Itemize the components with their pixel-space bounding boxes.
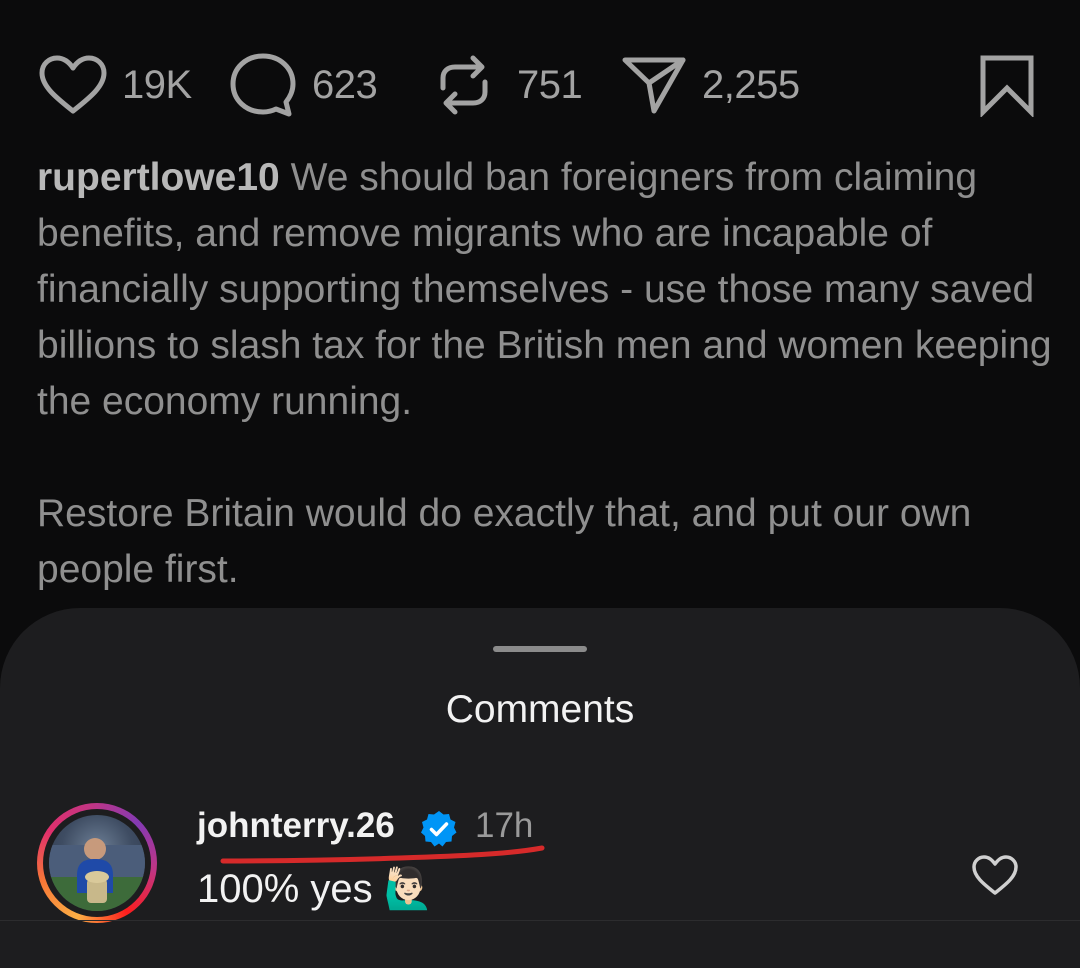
comment-like-button[interactable] [970,853,1020,902]
post-caption: rupertlowe10 We should ban foreigners fr… [37,150,1057,598]
post-action-bar: 19K 623 751 2,255 [0,42,1080,128]
divider [0,920,1080,921]
send-icon [620,54,688,116]
bookmark-icon [978,53,1036,117]
like-count: 19K [122,62,192,107]
sheet-drag-handle[interactable] [493,646,587,652]
comment-item: johnterry.26 17h 100% yes 🙋🏻‍♂️ [0,803,1080,928]
like-button[interactable]: 19K [38,42,192,128]
bookmark-button[interactable] [978,42,1036,128]
repost-icon [435,52,493,118]
caption-username[interactable]: rupertlowe10 [37,156,280,199]
repost-button[interactable]: 751 [435,42,583,128]
share-button[interactable]: 2,255 [620,42,800,128]
share-count: 2,255 [702,62,800,107]
comments-title: Comments [445,688,635,731]
comment-button[interactable]: 623 [228,42,378,128]
comments-sheet: Comments johnterry.26 17h [0,608,1080,968]
comment-bubble-icon [228,51,298,119]
comment-count: 623 [312,62,378,107]
caption-text: We should ban foreigners from claiming b… [37,156,1052,591]
heart-icon [38,54,108,116]
comment-text: 100% yes 🙋🏻‍♂️ [197,867,434,911]
repost-count: 751 [517,62,583,107]
avatar[interactable] [49,815,145,911]
